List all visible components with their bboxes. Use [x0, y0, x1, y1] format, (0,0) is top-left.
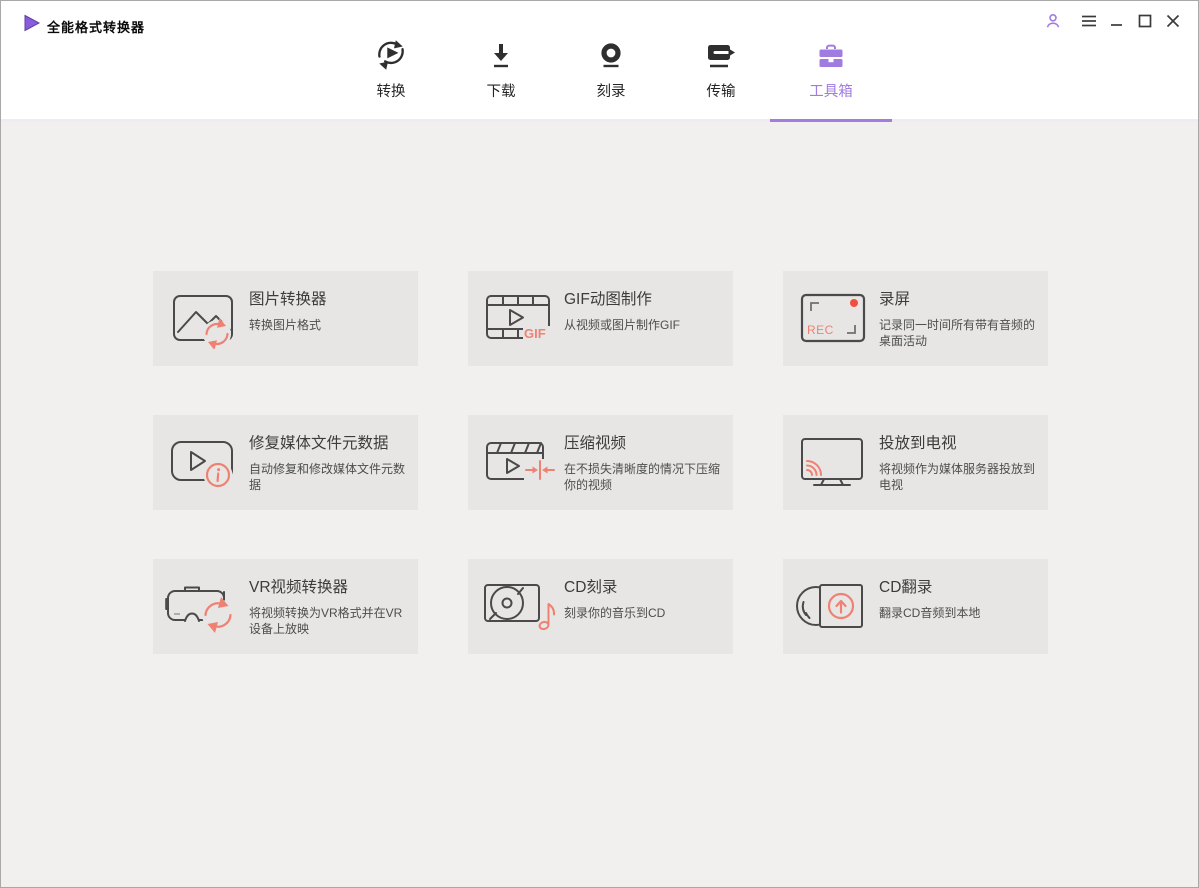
card-desc: 从视频或图片制作GIF — [564, 318, 680, 332]
card-vr-converter[interactable]: VR视频转换器 将视频转换为VR格式并在VR设备上放映 — [153, 559, 418, 654]
card-text: 压缩视频 在不损失清晰度的情况下压缩你的视频 — [564, 431, 723, 510]
toolbox-icon — [819, 44, 843, 67]
card-cd-rip[interactable]: CD翻录 翻录CD音频到本地 — [783, 559, 1048, 654]
card-desc: 在不损失清晰度的情况下压缩你的视频 — [564, 462, 721, 492]
hamburger-icon — [1082, 15, 1096, 27]
card-desc: 刻录你的音乐到CD — [564, 606, 666, 620]
close-button[interactable] — [1162, 10, 1184, 32]
close-icon — [1166, 14, 1180, 28]
card-title: 投放到电视 — [879, 435, 957, 452]
card-desc: 自动修复和修改媒体文件元数据 — [249, 462, 406, 492]
card-desc: 翻录CD音频到本地 — [879, 606, 981, 620]
card-text: CD翻录 翻录CD音频到本地 — [879, 575, 1038, 654]
app-window: 全能格式转换器 转换 下载 刻录 传输 工具箱 图片转换器 转换图片格式 GIF… — [0, 0, 1199, 888]
card-title: CD刻录 — [564, 579, 618, 596]
tab-label: 刻录 — [596, 84, 626, 100]
main-nav: 转换 下载 刻录 传输 工具箱 — [346, 35, 876, 122]
compress-video-icon — [486, 441, 560, 481]
app-title: 全能格式转换器 — [47, 20, 146, 35]
card-gif-maker[interactable]: GIF GIF动图制作 从视频或图片制作GIF — [468, 271, 733, 366]
maximize-icon — [1138, 14, 1152, 28]
header: 全能格式转换器 转换 下载 刻录 传输 工具箱 — [1, 1, 1198, 122]
window-controls — [1042, 10, 1184, 32]
menu-button[interactable] — [1078, 10, 1100, 32]
card-cd-burn[interactable]: CD刻录 刻录你的音乐到CD — [468, 559, 733, 654]
card-text: VR视频转换器 将视频转换为VR格式并在VR设备上放映 — [249, 575, 408, 654]
tab-burn[interactable]: 刻录 — [566, 35, 656, 122]
screen-record-icon: REC — [800, 293, 866, 342]
card-title: GIF动图制作 — [564, 291, 652, 308]
card-screen-record[interactable]: REC 录屏 记录同一时间所有带有音频的桌面活动 — [783, 271, 1048, 366]
fix-metadata-icon — [171, 440, 233, 489]
tab-label: 下载 — [486, 84, 516, 100]
maximize-button[interactable] — [1134, 10, 1156, 32]
tab-toolbox[interactable]: 工具箱 — [786, 35, 876, 122]
minimize-button[interactable] — [1106, 10, 1128, 32]
card-title: CD翻录 — [879, 579, 933, 596]
card-desc: 将视频转换为VR格式并在VR设备上放映 — [249, 606, 403, 636]
app-logo-icon — [24, 14, 41, 32]
card-text: CD刻录 刻录你的音乐到CD — [564, 575, 723, 654]
transfer-icon — [708, 45, 735, 68]
tab-download[interactable]: 下载 — [456, 35, 546, 122]
image-converter-icon — [173, 294, 233, 349]
card-title: 录屏 — [879, 291, 911, 308]
card-title: 压缩视频 — [564, 435, 627, 452]
cd-burn-icon — [484, 583, 556, 630]
tab-label: 转换 — [376, 84, 406, 100]
account-button[interactable] — [1042, 10, 1064, 32]
card-title: VR视频转换器 — [249, 579, 349, 596]
convert-icon — [378, 40, 404, 70]
card-compress-video[interactable]: 压缩视频 在不损失清晰度的情况下压缩你的视频 — [468, 415, 733, 510]
download-icon — [494, 44, 508, 68]
card-text: 修复媒体文件元数据 自动修复和修改媒体文件元数据 — [249, 431, 408, 510]
gif-maker-icon: GIF — [486, 294, 550, 341]
tab-label: 传输 — [706, 84, 736, 100]
gif-icon-label: GIF — [524, 326, 546, 341]
card-text: GIF动图制作 从视频或图片制作GIF — [564, 287, 723, 366]
tab-label: 工具箱 — [809, 84, 853, 100]
card-text: 录屏 记录同一时间所有带有音频的桌面活动 — [879, 287, 1038, 366]
card-desc: 将视频作为媒体服务器投放到电视 — [879, 462, 1036, 492]
vr-converter-icon — [165, 586, 234, 633]
card-title: 修复媒体文件元数据 — [249, 435, 389, 452]
cd-rip-icon — [796, 583, 863, 628]
card-text: 投放到电视 将视频作为媒体服务器投放到电视 — [879, 431, 1038, 510]
cast-to-tv-icon — [801, 437, 863, 486]
card-fix-metadata[interactable]: 修复媒体文件元数据 自动修复和修改媒体文件元数据 — [153, 415, 418, 510]
tab-transfer[interactable]: 传输 — [676, 35, 766, 122]
card-cast-to-tv[interactable]: 投放到电视 将视频作为媒体服务器投放到电视 — [783, 415, 1048, 510]
burn-icon — [601, 43, 621, 68]
card-title: 图片转换器 — [249, 291, 327, 308]
minimize-icon — [1111, 24, 1122, 26]
card-text: 图片转换器 转换图片格式 — [249, 287, 408, 366]
rec-icon-label: REC — [807, 323, 834, 337]
card-image-converter[interactable]: 图片转换器 转换图片格式 — [153, 271, 418, 366]
tab-convert[interactable]: 转换 — [346, 35, 436, 122]
card-desc: 转换图片格式 — [249, 318, 322, 332]
card-desc: 记录同一时间所有带有音频的桌面活动 — [879, 318, 1036, 348]
user-icon — [1046, 14, 1060, 28]
toolbox-grid: 图片转换器 转换图片格式 GIF GIF动图制作 从视频或图片制作GIF REC… — [153, 271, 1048, 654]
